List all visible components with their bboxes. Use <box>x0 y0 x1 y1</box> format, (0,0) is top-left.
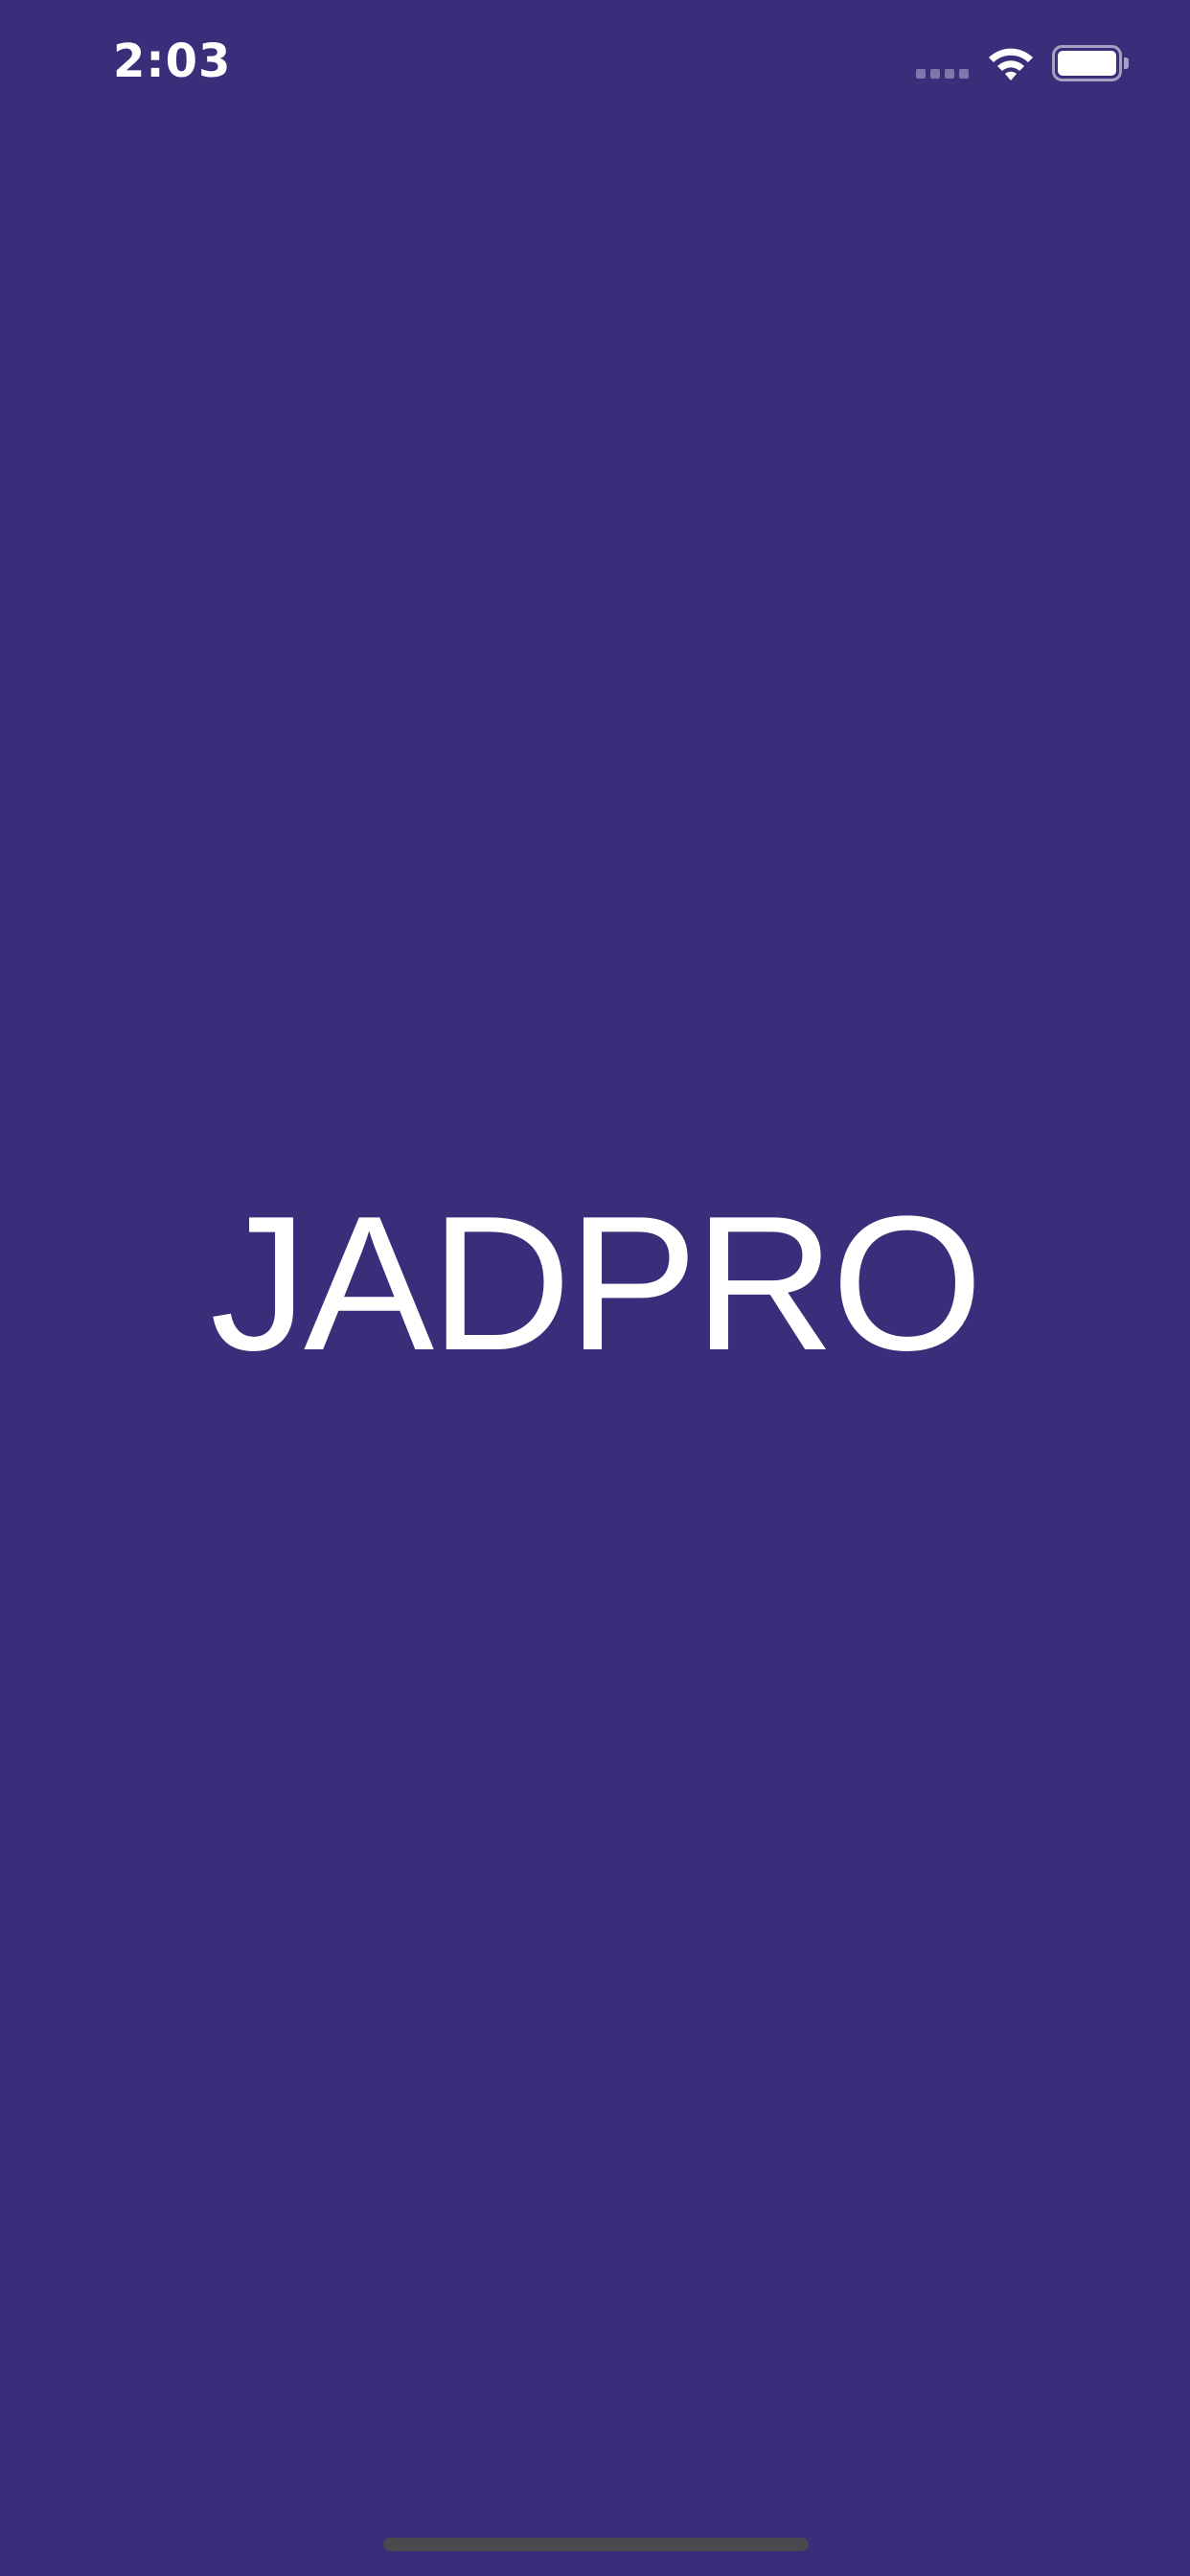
home-indicator[interactable] <box>383 2538 809 2551</box>
wifi-icon <box>989 48 1033 80</box>
splash-logo: JADPRO <box>0 1188 1190 1380</box>
status-time: 2:03 <box>113 34 232 88</box>
battery-icon <box>1052 45 1129 81</box>
logo-text: JADPRO <box>210 1177 984 1391</box>
status-bar: 2:03 <box>0 0 1190 134</box>
signal-icon <box>916 69 970 80</box>
